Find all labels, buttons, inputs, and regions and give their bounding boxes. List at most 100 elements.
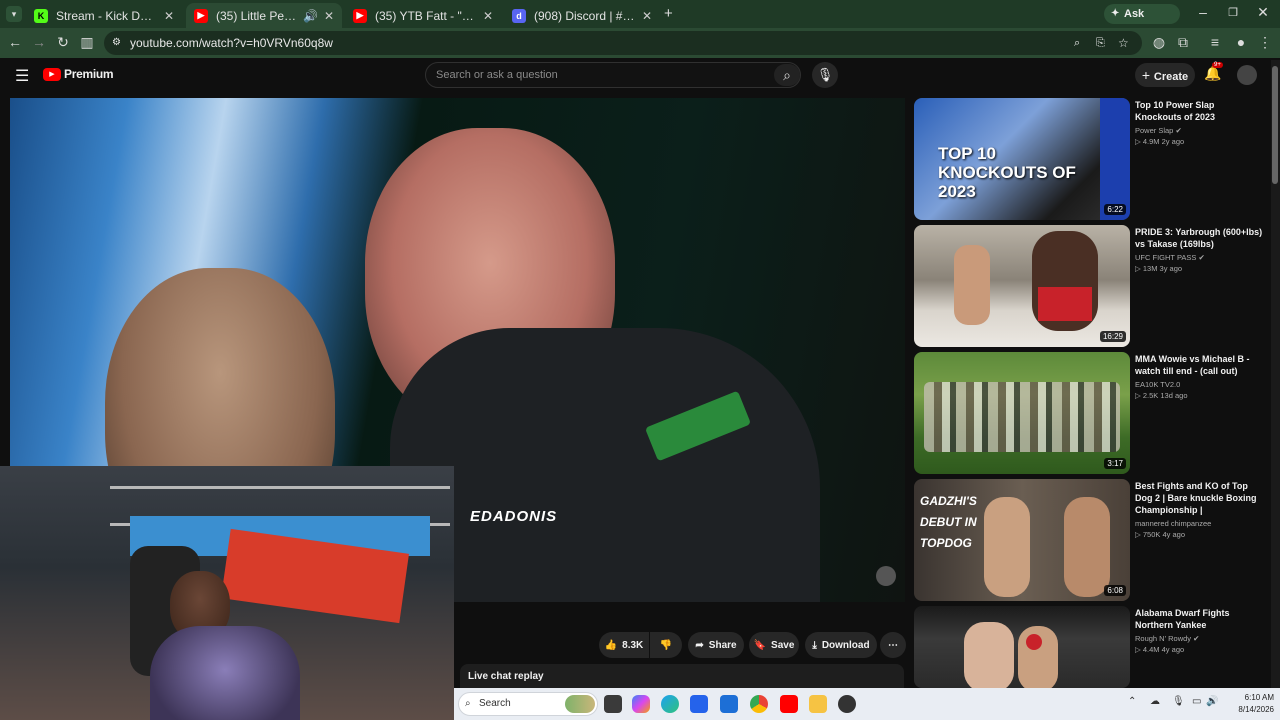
tab-little-people-slap-fights[interactable]: ▶ (35) Little People Slap Fights 🔊 ✕ [186, 3, 342, 28]
hamburger-menu-icon[interactable]: ☰ [15, 66, 29, 86]
task-view-icon[interactable] [604, 695, 622, 713]
recommendation-item[interactable]: 16:29 PRIDE 3: Yarbrough (600+lbs) vs Ta… [914, 225, 1270, 347]
channel-name[interactable]: mannered chimpanzee [1135, 519, 1211, 528]
new-tab-button[interactable]: + [664, 5, 673, 22]
video-title[interactable]: Alabama Dwarf Fights Northern Yankee [1135, 607, 1263, 631]
channel-name[interactable]: UFC FIGHT PASS [1135, 253, 1196, 262]
reload-icon[interactable]: ↻ [54, 34, 72, 51]
channel-name[interactable]: Rough N' Rowdy [1135, 634, 1191, 643]
profile-avatar[interactable]: ● [1232, 34, 1250, 50]
speaker-icon[interactable]: 🔊 [303, 9, 318, 23]
chrome-icon[interactable] [750, 695, 768, 713]
microphone-tray-icon[interactable]: 🎙 [1172, 696, 1185, 707]
save-button[interactable]: 🔖 Save [749, 632, 799, 658]
site-info-icon[interactable]: ⚙ [112, 31, 121, 55]
thumbnail-crowd [924, 382, 1120, 452]
microphone-icon[interactable]: 🎙 [812, 62, 838, 88]
minimize-button[interactable]: – [1188, 4, 1218, 20]
video-title[interactable]: Best Fights and KO of Top Dog 2 | Bare k… [1135, 480, 1263, 516]
video-overlay-text: EDADONIS [470, 508, 558, 525]
network-icon[interactable]: ☁ [1150, 696, 1160, 707]
display-icon[interactable]: ▭ [1192, 696, 1201, 707]
forward-arrow-icon[interactable]: → [30, 34, 48, 50]
video-thumbnail[interactable]: 3:17 [914, 352, 1130, 474]
recommendation-item[interactable]: 3:17 MMA Wowie vs Michael B - watch till… [914, 352, 1270, 474]
obs-icon[interactable] [838, 695, 856, 713]
tab-search-button[interactable]: ▾ [6, 6, 22, 22]
video-thumbnail[interactable]: GADZHI'S DEBUT IN TOPDOG 6:08 [914, 479, 1130, 601]
close-icon[interactable]: ✕ [324, 9, 334, 23]
restore-button[interactable]: ❐ [1218, 6, 1248, 19]
video-duration: 6:08 [1104, 585, 1126, 596]
chrome-menu-icon[interactable]: ⋮ [1256, 34, 1274, 51]
gemini-icon: ✦ [1111, 8, 1120, 19]
ask-gemini-button[interactable]: ✦ Ask Gemini [1104, 4, 1180, 40]
install-app-icon[interactable]: ⎘ [1096, 31, 1105, 55]
live-chat-replay-header[interactable]: Live chat replay [460, 664, 904, 690]
back-arrow-icon[interactable]: ← [6, 34, 24, 50]
video-thumbnail[interactable] [914, 606, 1130, 688]
download-button[interactable]: ⤓ Download [805, 632, 877, 658]
video-thumbnail[interactable]: 16:29 [914, 225, 1130, 347]
outlook-icon[interactable] [720, 695, 738, 713]
close-icon[interactable]: ✕ [642, 9, 652, 23]
view-count: 750K [1142, 530, 1161, 539]
taskbar-search-input[interactable]: ⌕ Search [458, 692, 598, 716]
recommendation-item[interactable]: GADZHI'S DEBUT IN TOPDOG 6:08 Best Fight… [914, 479, 1270, 601]
tab-discord[interactable]: d (908) Discord | # 📓 | reactions ✕ [504, 3, 660, 28]
side-panel-icon[interactable]: ▥ [78, 34, 96, 51]
video-title[interactable]: PRIDE 3: Yarbrough (600+lbs) vs Takase (… [1135, 226, 1263, 250]
copilot-icon[interactable] [632, 695, 650, 713]
playlist-play-icon: ▷ [1135, 645, 1143, 654]
account-avatar[interactable] [1237, 65, 1257, 85]
share-arrow-icon: ➦ [695, 639, 704, 651]
search-input[interactable]: Search or ask a question [425, 62, 801, 88]
more-actions-button[interactable]: ⋯ [880, 632, 906, 658]
close-icon[interactable]: ✕ [483, 9, 493, 23]
edge-icon[interactable] [661, 695, 679, 713]
channel-name[interactable]: EA10K TV2.0 [1135, 380, 1180, 389]
video-thumbnail[interactable]: TOP 10 KNOCKOUTS OF 2023 6:22 [914, 98, 1130, 220]
thumbnail-figure-left [954, 245, 990, 325]
extensions-icon[interactable]: ⧉ [1174, 34, 1192, 51]
create-button[interactable]: + Create [1135, 63, 1195, 87]
video-title[interactable]: Top 10 Power Slap Knockouts of 2023 [1135, 99, 1263, 123]
show-hidden-icons-chevron[interactable]: ⌃ [1128, 696, 1136, 707]
video-duration: 6:22 [1104, 204, 1126, 215]
search-highlight-image [565, 695, 595, 713]
youtube-logo[interactable]: ▶ Premium [43, 67, 114, 81]
thumbnail-glove-icon [1026, 634, 1042, 650]
address-bar[interactable]: ⚙ youtube.com/watch?v=h0VRVn60q8w ⌕ ⎘ ☆ [104, 31, 1142, 55]
video-watermark-icon [876, 566, 896, 586]
youtube-icon: ▶ [194, 8, 208, 23]
profile-extension-icon[interactable]: ◍ [1150, 34, 1168, 51]
upload-age: 3y ago [1159, 264, 1183, 273]
video-title[interactable]: MMA Wowie vs Michael B - watch till end … [1135, 353, 1263, 377]
bookmark-star-icon[interactable]: ☆ [1118, 31, 1129, 55]
tab-ytb-fatt[interactable]: ▶ (35) YTB Fatt - "FREE SMURK, B ✕ [345, 3, 501, 28]
recommendation-item[interactable]: Alabama Dwarf Fights Northern Yankee Rou… [914, 606, 1270, 688]
tab-kick-dashboard[interactable]: K Stream - Kick Dashboard ✕ [26, 3, 182, 28]
zoom-icon[interactable]: ⌕ [1074, 31, 1080, 55]
close-icon[interactable]: ✕ [164, 9, 174, 23]
search-icon[interactable]: ⌕ [774, 64, 800, 86]
taskbar-clock[interactable]: 6:10 AM 8/14/2026 [1214, 692, 1274, 716]
like-button[interactable]: 👍 8.3K [599, 632, 649, 658]
recommendation-item[interactable]: TOP 10 KNOCKOUTS OF 2023 6:22 Top 10 Pow… [914, 98, 1270, 220]
channel-name[interactable]: Power Slap [1135, 126, 1173, 135]
browser-toolbar: ← → ↻ ▥ ⚙ youtube.com/watch?v=h0VRVn60q8… [0, 28, 1280, 58]
windows-taskbar: ⌕ Search ⌃ ☁ 🎙 ▭ 🔊 6:10 AM 8/14/2026 [454, 688, 1280, 720]
more-horizontal-icon: ⋯ [888, 639, 898, 651]
store-icon[interactable] [690, 695, 708, 713]
share-button[interactable]: ➦ Share [688, 632, 744, 658]
video-duration: 16:29 [1099, 331, 1126, 342]
window-close-button[interactable]: ✕ [1248, 4, 1278, 21]
upload-age: 4y ago [1161, 645, 1185, 654]
notifications-bell-icon[interactable]: 🔔 9+ [1204, 62, 1223, 82]
file-explorer-icon[interactable] [809, 695, 827, 713]
notification-badge: 9+ [1212, 62, 1223, 68]
dislike-button[interactable]: 👎 [650, 632, 682, 658]
reading-list-icon[interactable]: ≡ [1206, 34, 1224, 50]
youtube-app-icon[interactable] [780, 695, 798, 713]
scrollbar-thumb[interactable] [1272, 66, 1278, 184]
